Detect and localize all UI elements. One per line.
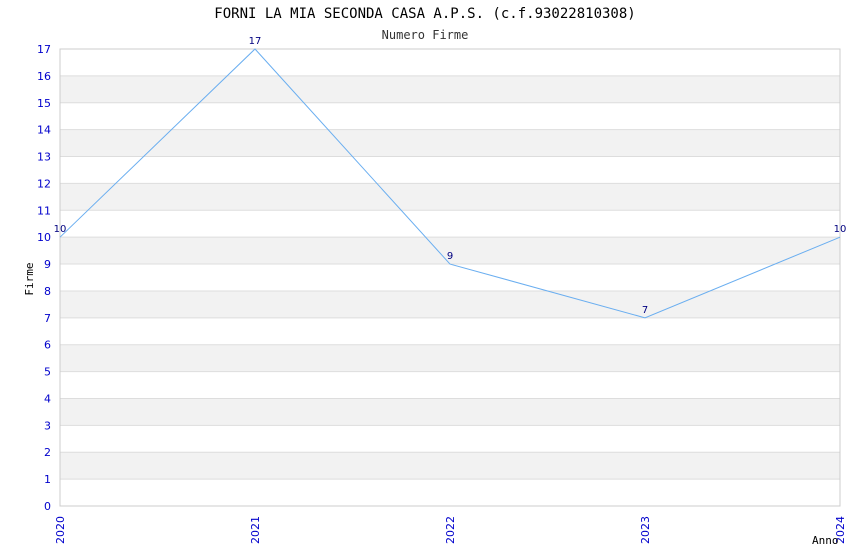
y-tick-label: 4 <box>44 392 51 405</box>
data-label: 9 <box>447 251 453 262</box>
y-tick-label: 10 <box>37 231 51 244</box>
y-tick-label: 14 <box>37 124 51 137</box>
y-tick-label: 8 <box>44 285 51 298</box>
x-axis-ticks: 2020 2021 2022 2023 2024 <box>54 516 847 544</box>
grid-band <box>60 183 840 211</box>
x-tick-label: 2022 <box>444 516 457 544</box>
y-tick-label: 7 <box>44 312 51 325</box>
grid-lines <box>60 48 840 507</box>
data-label: 7 <box>642 305 648 316</box>
y-tick-label: 9 <box>44 258 51 271</box>
y-tick-label: 13 <box>37 151 51 164</box>
y-tick-label: 1 <box>44 473 51 486</box>
grid-band <box>60 452 840 480</box>
y-tick-label: 5 <box>44 366 51 379</box>
data-label: 10 <box>54 224 67 235</box>
grid-bands <box>60 75 840 480</box>
grid-band <box>60 129 840 157</box>
y-tick-label: 17 <box>37 43 51 56</box>
chart-title: FORNI LA MIA SECONDA CASA A.P.S. (c.f.93… <box>214 6 635 22</box>
x-tick-label: 2021 <box>249 516 262 544</box>
grid-band <box>60 75 840 103</box>
data-label: 17 <box>249 36 262 47</box>
y-tick-label: 6 <box>44 339 51 352</box>
y-tick-label: 12 <box>37 177 51 190</box>
chart-subtitle: Numero Firme <box>382 28 469 42</box>
data-label: 10 <box>834 224 847 235</box>
grid-band <box>60 290 840 318</box>
y-tick-label: 3 <box>44 419 51 432</box>
y-axis-label: Firme <box>23 262 36 295</box>
y-tick-label: 11 <box>37 204 51 217</box>
x-axis-label: Anno <box>812 534 839 547</box>
line-chart: 01234567891011121314151617 2020 2021 2022 2… <box>23 6 847 547</box>
y-tick-label: 16 <box>37 70 51 83</box>
y-tick-label: 0 <box>44 500 51 513</box>
y-tick-label: 15 <box>37 97 51 110</box>
y-axis-ticks: 01234567891011121314151617 <box>37 43 51 513</box>
x-tick-label: 2020 <box>54 516 67 544</box>
x-tick-label: 2023 <box>639 516 652 544</box>
grid-band <box>60 398 840 426</box>
plot-frame <box>59 48 841 507</box>
y-tick-label: 2 <box>44 446 51 459</box>
grid-band <box>60 344 840 372</box>
